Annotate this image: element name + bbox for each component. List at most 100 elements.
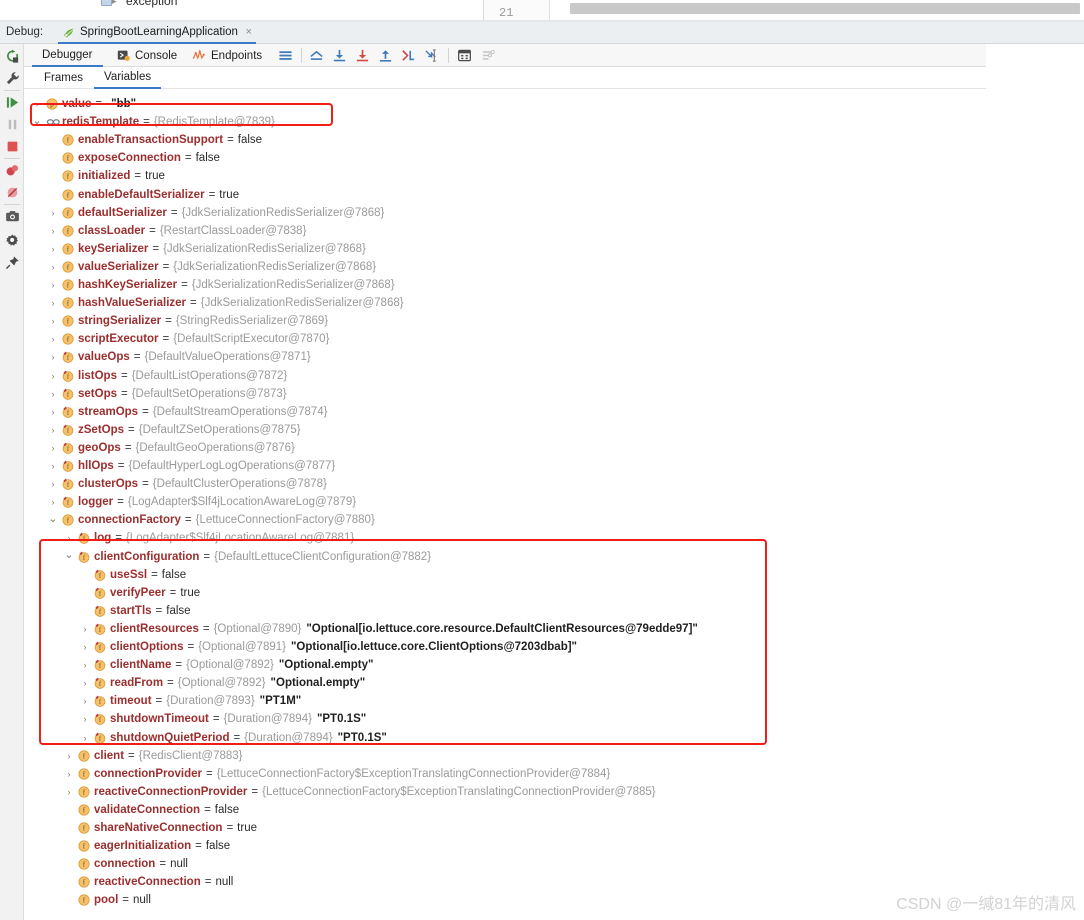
variable-name: enableDefaultSerializer [78, 188, 205, 201]
equals-sign: = [175, 659, 183, 672]
show-execution-point-icon[interactable] [308, 47, 325, 64]
chevron-right-icon[interactable]: › [48, 204, 58, 222]
chevron-right-icon[interactable]: › [48, 222, 58, 240]
layout-settings-icon[interactable] [277, 47, 294, 64]
chevron-right-icon[interactable]: › [48, 240, 58, 258]
subtab-variables[interactable]: Variables [94, 67, 162, 89]
equals-sign: = [117, 460, 125, 472]
equals-sign: = [170, 206, 178, 219]
chevron-right-icon[interactable]: › [48, 439, 58, 457]
chevron-right-icon[interactable]: ▸ [112, 0, 117, 7]
variable-name: initialized [78, 170, 131, 183]
chevron-right-icon[interactable]: › [48, 294, 58, 312]
chevron-right-icon[interactable]: › [80, 620, 90, 638]
tree-row-text: setOps = {DefaultSetOperations@7873} [78, 388, 287, 400]
tree-node-exception[interactable]: exception [126, 0, 177, 8]
equals-sign: = [187, 641, 195, 653]
chevron-right-icon[interactable]: › [48, 367, 58, 385]
settings-filter-icon[interactable] [480, 47, 497, 64]
pin-icon[interactable] [4, 254, 20, 270]
equals-sign: = [120, 369, 128, 382]
rail-divider [4, 158, 20, 159]
debugger-tabstrip: Debugger Console Endpoints [24, 44, 986, 67]
tree-row-text: zSetOps = {DefaultZSetOperations@7875} [78, 424, 301, 436]
field-icon: f [62, 496, 74, 509]
camera-icon[interactable] [4, 208, 20, 224]
chevron-right-icon[interactable]: › [80, 729, 90, 747]
tree-row-text: client = {RedisClient@7883} [94, 750, 243, 762]
equals-sign: = [128, 749, 135, 762]
step-into-icon[interactable] [354, 47, 371, 64]
drop-frame-icon[interactable] [400, 47, 417, 64]
chevron-right-icon[interactable]: › [80, 692, 90, 710]
field-icon: f [94, 713, 106, 726]
close-icon[interactable]: × [245, 26, 251, 38]
variable-name: clientOptions [110, 641, 184, 653]
settings-gear-icon[interactable] [4, 232, 20, 248]
object-reference: {LogAdapter$Slf4jLocationAwareLog@7879} [127, 496, 357, 509]
variable-name: hllOps [78, 460, 114, 472]
chevron-right-icon[interactable]: › [64, 747, 74, 765]
field-icon: f [62, 424, 74, 436]
chevron-right-icon[interactable]: › [80, 674, 90, 692]
object-reference: {Duration@7894} [223, 713, 312, 726]
equals-sign: = [122, 894, 129, 907]
step-out-icon[interactable] [377, 47, 394, 64]
variable-name: enableTransactionSupport [78, 134, 224, 147]
chevron-right-icon[interactable]: › [80, 656, 90, 674]
variable-name: clientResources [110, 622, 199, 635]
variable-name: geoOps [78, 441, 121, 454]
chevron-right-icon[interactable]: › [48, 330, 58, 348]
chevron-right-icon[interactable]: › [48, 312, 58, 330]
editor-code-bar [570, 3, 1080, 14]
chevron-right-icon[interactable]: › [48, 385, 58, 403]
variable-name: pool [94, 894, 119, 907]
chevron-right-icon[interactable]: › [48, 421, 58, 439]
tree-row-text: shareNativeConnection = true [94, 822, 257, 834]
chevron-down-icon[interactable]: ⌄ [48, 509, 58, 527]
tree-row-text: stringSerializer = {StringRedisSerializer@… [78, 315, 328, 327]
chevron-right-icon[interactable]: › [48, 403, 58, 421]
resume-program-icon[interactable] [4, 94, 20, 110]
variable-name: clientConfiguration [94, 550, 200, 563]
toolbar-divider [448, 48, 449, 63]
chevron-right-icon[interactable]: › [48, 348, 58, 366]
tab-endpoints[interactable]: Endpoints [184, 44, 270, 67]
variables-tree[interactable]: › p value = "bb" ⌄ redisTemplate = {RedisTemplat… [24, 89, 1084, 920]
toolbar-divider [301, 48, 302, 63]
chevron-down-icon[interactable]: ⌄ [64, 546, 74, 564]
console-icon [117, 50, 130, 61]
run-configuration-tab[interactable]: SpringBootLearningApplication × [58, 22, 256, 44]
tree-row-text: connectionFactory = {LettuceConnectionFact… [78, 514, 375, 526]
subtab-variables-label: Variables [104, 71, 152, 83]
chevron-right-icon[interactable]: › [48, 276, 58, 294]
stop-icon[interactable] [4, 138, 20, 154]
rerun-icon[interactable] [4, 48, 20, 64]
mute-breakpoints-icon[interactable] [4, 184, 20, 200]
variable-name: useSsl [110, 568, 148, 581]
tree-row-text: timeout = {Duration@7893} "PT1M" [110, 695, 301, 707]
pause-program-icon[interactable] [4, 116, 20, 132]
chevron-right-icon[interactable]: › [48, 475, 58, 493]
chevron-right-icon[interactable]: › [48, 258, 58, 276]
run-to-cursor-icon[interactable] [423, 47, 440, 64]
object-reference: {DefaultStreamOperations@7874} [152, 405, 328, 418]
chevron-right-icon[interactable]: › [64, 765, 74, 783]
wrench-icon[interactable] [4, 70, 20, 86]
tab-debugger[interactable]: Debugger [32, 44, 103, 67]
subtab-frames[interactable]: Frames [34, 67, 93, 89]
view-breakpoints-icon[interactable] [4, 162, 20, 178]
step-over-icon[interactable] [331, 47, 348, 64]
string-value: "Optional.empty" [270, 677, 366, 690]
object-reference: {Optional@7891} [198, 641, 286, 653]
chevron-down-icon[interactable]: ⌄ [32, 111, 42, 129]
tab-console[interactable]: Console [109, 44, 185, 67]
evaluate-expression-icon[interactable] [456, 47, 473, 64]
chevron-right-icon[interactable]: › [80, 710, 90, 728]
chevron-right-icon[interactable]: › [48, 457, 58, 475]
chevron-right-icon[interactable]: › [80, 638, 90, 656]
tree-row-text: clientName = {Optional@7892} "Optional.empt… [110, 659, 373, 671]
chevron-right-icon[interactable]: › [64, 783, 74, 801]
variable-name: startTls [110, 604, 152, 617]
variable-name: reactiveConnectionProvider [94, 785, 248, 798]
